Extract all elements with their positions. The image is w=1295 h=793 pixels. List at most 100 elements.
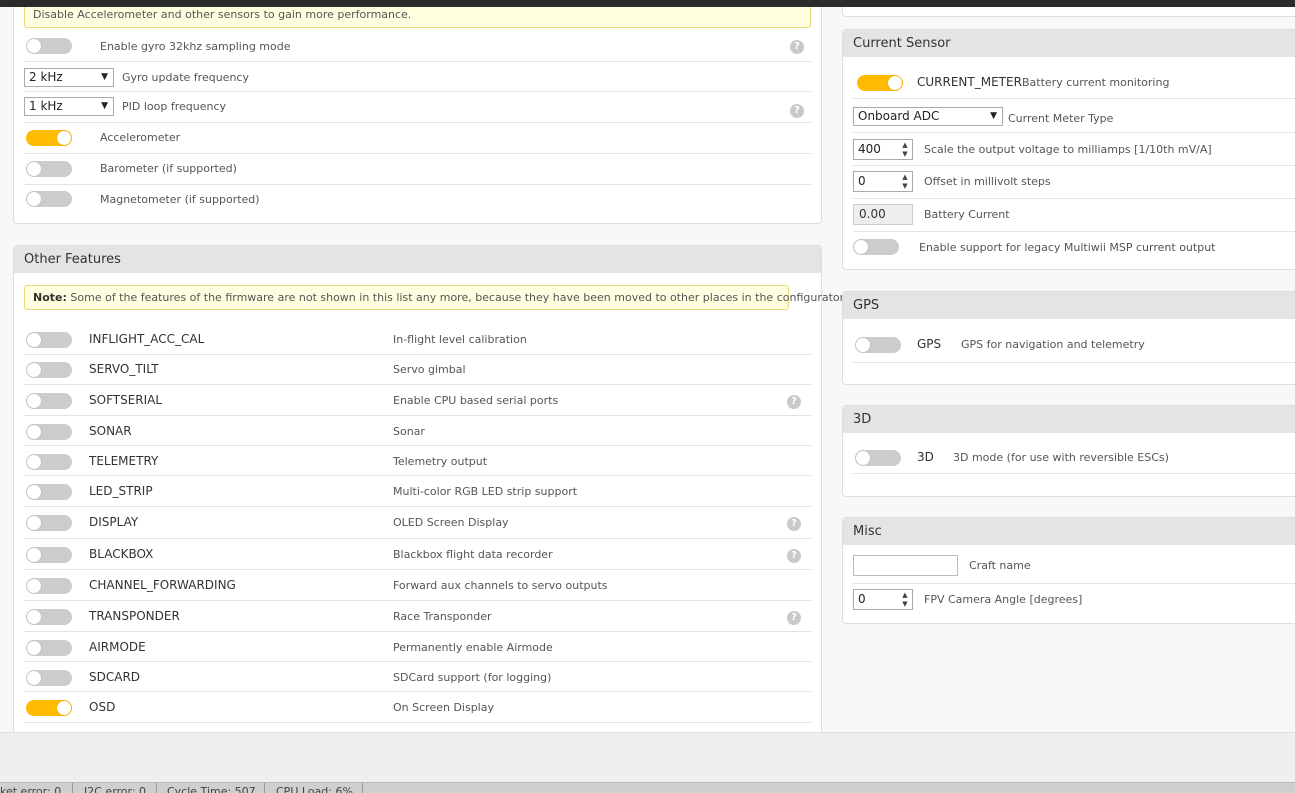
current-meter-toggle[interactable] <box>857 75 903 91</box>
legacy-msp-toggle[interactable] <box>853 239 899 255</box>
meter-type-select[interactable]: Onboard ADC ▼ <box>853 107 1003 126</box>
feature-row: TRANSPONDER Race Transponder? <box>24 601 811 632</box>
help-icon[interactable]: ? <box>787 611 801 625</box>
feature-toggle-display[interactable] <box>26 515 72 531</box>
chevron-down-icon: ▼ <box>101 72 108 82</box>
feature-description: Blackbox flight data recorder <box>393 548 553 561</box>
status-divider <box>156 783 157 793</box>
offset-input[interactable]: 0 ▲▼ <box>853 171 913 192</box>
pid-frequency-label: PID loop frequency <box>122 100 227 113</box>
feature-row: TELEMETRY Telemetry output <box>24 446 811 476</box>
craft-name-input[interactable] <box>853 555 958 576</box>
pid-frequency-select[interactable]: 1 kHz ▼ <box>24 97 114 116</box>
chevron-down-icon: ▼ <box>101 101 108 111</box>
scale-label: Scale the output voltage to milliamps [1… <box>924 143 1212 156</box>
feature-toggle-servo-tilt[interactable] <box>26 362 72 378</box>
help-icon[interactable]: ? <box>787 517 801 531</box>
feature-name: DISPLAY <box>89 515 139 529</box>
feature-name: SERVO_TILT <box>89 362 159 376</box>
feature-description: In-flight level calibration <box>393 333 527 346</box>
gyro32-toggle[interactable] <box>26 38 72 54</box>
i2c-error-status: I2C error: 0 <box>84 785 147 793</box>
pid-frequency-help-icon[interactable]: ? <box>790 104 804 118</box>
gps-toggle[interactable] <box>855 337 901 353</box>
spinner-icon[interactable]: ▲▼ <box>901 173 909 191</box>
fpv-angle-row: 0 ▲▼ FPV Camera Angle [degrees] <box>853 584 1295 616</box>
barometer-toggle[interactable] <box>26 161 72 177</box>
gps-desc: GPS for navigation and telemetry <box>961 338 1145 351</box>
gyro32-help-icon[interactable]: ? <box>790 40 804 54</box>
help-icon[interactable]: ? <box>787 549 801 563</box>
system-configuration-panel: Disable Accelerometer and other sensors … <box>13 7 822 224</box>
feature-toggle-led-strip[interactable] <box>26 484 72 500</box>
features-note: Note: Some of the features of the firmwa… <box>24 285 847 310</box>
meter-type-row: Onboard ADC ▼ Current Meter Type <box>853 104 1295 133</box>
status-divider <box>264 783 265 793</box>
feature-row: CHANNEL_FORWARDING Forward aux channels t… <box>24 570 811 601</box>
feature-row: DISPLAY OLED Screen Display? <box>24 507 811 539</box>
spinner-icon[interactable]: ▲▼ <box>901 141 909 159</box>
feature-name: SOFTSERIAL <box>89 393 163 407</box>
current-sensor-title: Current Sensor <box>843 30 1295 57</box>
scale-input[interactable]: 400 ▲▼ <box>853 139 913 160</box>
note-text: Some of the features of the firmware are… <box>70 291 847 304</box>
feature-description: Servo gimbal <box>393 363 466 376</box>
window-top-bar <box>0 0 1295 7</box>
feature-description: Forward aux channels to servo outputs <box>393 579 608 592</box>
barometer-row: Barometer (if supported) <box>24 154 811 185</box>
feature-toggle-channel-forwarding[interactable] <box>26 578 72 594</box>
battery-current-row: 0.00 Battery Current <box>853 199 1295 232</box>
configuration-content: Disable Accelerometer and other sensors … <box>0 7 1295 732</box>
meter-type-label: Current Meter Type <box>1008 112 1114 125</box>
chevron-down-icon: ▼ <box>990 111 997 121</box>
help-icon[interactable]: ? <box>787 395 801 409</box>
offset-label: Offset in millivolt steps <box>924 175 1051 188</box>
accelerometer-row: Accelerometer <box>24 123 811 154</box>
status-bar: ket error: 0 I2C error: 0 Cycle Time: 50… <box>0 782 1295 793</box>
feature-toggle-blackbox[interactable] <box>26 547 72 563</box>
feature-name: INFLIGHT_ACC_CAL <box>89 332 205 346</box>
spinner-icon[interactable]: ▲▼ <box>901 591 909 609</box>
feature-name: LED_STRIP <box>89 484 153 498</box>
feature-toggle-sdcard[interactable] <box>26 670 72 686</box>
feature-toggle-airmode[interactable] <box>26 640 72 656</box>
other-features-panel: Other Features Note: Some of the feature… <box>13 245 847 732</box>
gyro-frequency-select[interactable]: 2 kHz ▼ <box>24 68 114 87</box>
magnetometer-toggle[interactable] <box>26 191 72 207</box>
feature-description: Telemetry output <box>393 455 488 468</box>
feature-name: BLACKBOX <box>89 547 154 561</box>
barometer-label: Barometer (if supported) <box>100 162 237 175</box>
gps-row: GPS GPS for navigation and telemetry <box>853 329 1295 363</box>
previous-panel-bottom <box>842 7 1295 17</box>
feature-toggle-sonar[interactable] <box>26 424 72 440</box>
feature-toggle-inflight-acc-cal[interactable] <box>26 332 72 348</box>
feature-name: OSD <box>89 700 116 714</box>
feature-toggle-softserial[interactable] <box>26 393 72 409</box>
current-sensor-panel: Current Sensor CURRENT_METER Battery cur… <box>842 29 1295 270</box>
fpv-angle-input[interactable]: 0 ▲▼ <box>853 589 913 610</box>
gps-name: GPS <box>917 337 942 351</box>
note-label: Note: <box>33 291 67 304</box>
feature-name: SDCARD <box>89 670 141 684</box>
feature-name: AIRMODE <box>89 640 146 654</box>
feature-row: SDCARD SDCard support (for logging) <box>24 662 811 692</box>
feature-toggle-transponder[interactable] <box>26 609 72 625</box>
gyro-frequency-row: 2 kHz ▼ Gyro update frequency <box>24 62 811 92</box>
current-meter-name: CURRENT_METER <box>917 75 1022 89</box>
gyro32-label: Enable gyro 32khz sampling mode <box>100 40 291 53</box>
toolbar-area <box>0 732 1295 782</box>
feature-toggle-telemetry[interactable] <box>26 454 72 470</box>
craft-name-row: Craft name <box>853 555 1295 584</box>
accelerometer-toggle[interactable] <box>26 130 72 146</box>
feature-toggle-osd[interactable] <box>26 700 72 716</box>
three-d-panel: 3D 3D 3D mode (for use with reversible E… <box>842 405 1295 497</box>
feature-description: Multi-color RGB LED strip support <box>393 485 578 498</box>
battery-current-value: 0.00 <box>853 204 913 225</box>
cycle-time-status: Cycle Time: 507 <box>167 785 256 793</box>
feature-row: AIRMODE Permanently enable Airmode <box>24 632 811 662</box>
pid-frequency-row: 1 kHz ▼ PID loop frequency ? <box>24 92 811 123</box>
feature-description: SDCard support (for logging) <box>393 671 552 684</box>
packet-error-status: ket error: 0 <box>0 785 62 793</box>
three-d-toggle[interactable] <box>855 450 901 466</box>
other-features-title: Other Features <box>14 246 821 273</box>
